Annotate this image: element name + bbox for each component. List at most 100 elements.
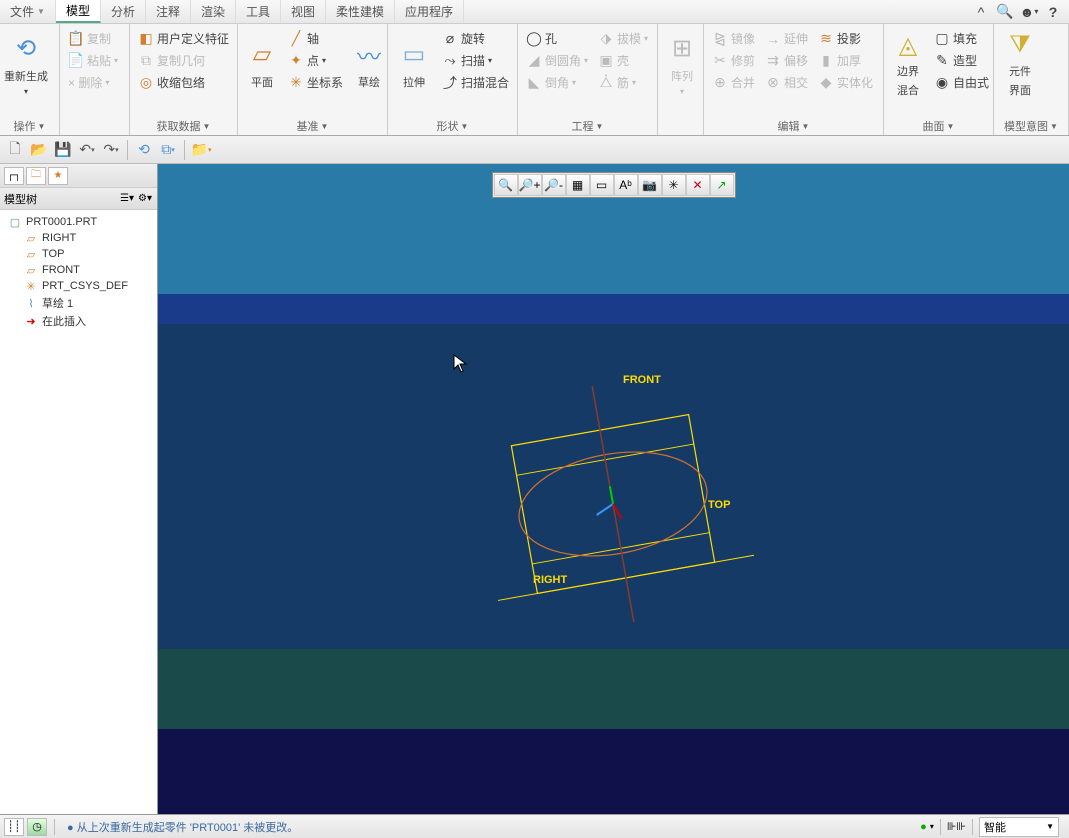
- regenerate-button[interactable]: ⟲ 重新生成▾: [4, 28, 48, 100]
- regenerate-qat-button[interactable]: ⟲: [133, 139, 155, 161]
- help-icon[interactable]: ?: [1045, 4, 1061, 20]
- undo-button[interactable]: ↶▾: [76, 139, 98, 161]
- tree-settings-button[interactable]: ⚙▾: [137, 191, 153, 207]
- search-icon[interactable]: 🔍: [997, 4, 1013, 20]
- tree-item-insert-here[interactable]: ➜在此插入: [2, 312, 155, 330]
- sweep-button[interactable]: ⤳扫描▾: [438, 50, 513, 71]
- component-icon: ⧩: [1004, 30, 1036, 60]
- edge-chamfer-button[interactable]: ◣倒角▾: [522, 72, 592, 93]
- draft-button[interactable]: ⬗拔模▾: [594, 28, 652, 49]
- user-icon[interactable]: ☻▾: [1021, 4, 1037, 20]
- offset-button[interactable]: ⇉偏移: [761, 50, 812, 71]
- menu-annotate[interactable]: 注释: [146, 0, 191, 23]
- annotation-display-button[interactable]: Aᵇ: [614, 174, 638, 196]
- datum-display-button[interactable]: ✳: [662, 174, 686, 196]
- delete-button[interactable]: × 删除▾: [64, 72, 122, 93]
- datum-plane-icon: ▱: [24, 247, 38, 261]
- merge-button[interactable]: ⊕合并: [708, 72, 759, 93]
- copy-geom-button[interactable]: ⧉复制几何: [134, 50, 233, 71]
- open-file-button[interactable]: 📂: [28, 139, 50, 161]
- plane-button[interactable]: ▱平面: [242, 28, 282, 100]
- status-traffic-light[interactable]: ●▾: [920, 821, 934, 833]
- project-icon: ≋: [818, 31, 834, 47]
- redo-button[interactable]: ↷▾: [100, 139, 122, 161]
- windows-button[interactable]: ⧉▾: [157, 139, 179, 161]
- axis-display-button[interactable]: ✕: [686, 174, 710, 196]
- selection-filter[interactable]: 智能▼: [979, 817, 1059, 837]
- tree-root-part[interactable]: ▢PRT0001.PRT: [2, 214, 155, 230]
- intersect-button[interactable]: ⊗相交: [761, 72, 812, 93]
- tree-item-front[interactable]: ▱FRONT: [2, 262, 155, 278]
- pattern-button[interactable]: ⊞阵列▾: [662, 28, 702, 100]
- menu-tools[interactable]: 工具: [236, 0, 281, 23]
- ribbon: ⟲ 重新生成▾ 操作▼ 📋复制 📄粘贴▾ × 删除▾ ◧用户定义特征 ⧉复制几何…: [0, 24, 1069, 136]
- sketch-icon: 〰: [353, 39, 385, 71]
- display-style-button[interactable]: ▭: [590, 174, 614, 196]
- collapse-ribbon-icon[interactable]: ^: [973, 4, 989, 20]
- tree-item-csys[interactable]: ✳PRT_CSYS_DEF: [2, 278, 155, 294]
- solidify-button[interactable]: ◆实体化: [814, 72, 877, 93]
- component-interface-button[interactable]: ⧩元件界面: [998, 28, 1042, 100]
- tree-item-sketch1[interactable]: ⌇草绘 1: [2, 294, 155, 312]
- udf-icon: ◧: [138, 31, 154, 47]
- menu-view[interactable]: 视图: [281, 0, 326, 23]
- part-icon: ▢: [8, 215, 22, 229]
- save-button[interactable]: 💾: [52, 139, 74, 161]
- tree-filter-button[interactable]: ☰▾: [119, 191, 135, 207]
- project-button[interactable]: ≋投影: [814, 28, 877, 49]
- extend-button[interactable]: →延伸: [761, 28, 812, 49]
- menu-analysis[interactable]: 分析: [101, 0, 146, 23]
- thicken-button[interactable]: ▮加厚: [814, 50, 877, 71]
- plane-label-top: TOP: [708, 499, 730, 511]
- tree-item-right[interactable]: ▱RIGHT: [2, 230, 155, 246]
- status-btn-1[interactable]: ┊┊: [4, 818, 24, 836]
- refit-button[interactable]: 🔍: [494, 174, 518, 196]
- close-window-button[interactable]: 📁▾: [190, 139, 212, 161]
- sidebar-tab-tree[interactable]: ┌┐: [4, 167, 24, 185]
- style-button[interactable]: ✎造型: [930, 50, 993, 71]
- shrinkwrap-button[interactable]: ◎收缩包络: [134, 72, 233, 93]
- extrude-button[interactable]: ▭拉伸: [392, 28, 436, 100]
- chamfer-button[interactable]: ◢倒圆角▾: [522, 50, 592, 71]
- udf-button[interactable]: ◧用户定义特征: [134, 28, 233, 49]
- sketch-button[interactable]: 〰草绘: [349, 28, 389, 100]
- new-file-button[interactable]: 🗋: [4, 139, 26, 161]
- menu-file[interactable]: 文件▼: [0, 0, 56, 23]
- csys-button[interactable]: ✳坐标系: [284, 72, 347, 93]
- axis-button[interactable]: ╱轴: [284, 28, 347, 49]
- swept-blend-button[interactable]: ⤴扫描混合: [438, 72, 513, 93]
- graphics-viewport[interactable]: 🔍 🔎+ 🔎- ▦ ▭ Aᵇ 📷 ✳ ✕ ↗: [158, 164, 1069, 814]
- point-button[interactable]: ✦点▾: [284, 50, 347, 71]
- rib-button[interactable]: ⧊筋▾: [594, 72, 652, 93]
- fill-button[interactable]: ▢填充: [930, 28, 993, 49]
- menu-render[interactable]: 渲染: [191, 0, 236, 23]
- hole-button[interactable]: ◯孔: [522, 28, 592, 49]
- chamfer-icon: ◢: [526, 53, 542, 69]
- boundary-blend-button[interactable]: ◬边界混合: [888, 28, 928, 100]
- mirror-button[interactable]: ⧎镜像: [708, 28, 759, 49]
- paste-button[interactable]: 📄粘贴▾: [64, 50, 122, 71]
- menu-flex[interactable]: 柔性建模: [326, 0, 395, 23]
- status-btn-2[interactable]: ◷: [27, 818, 47, 836]
- model-tree-header: 模型树 ☰▾ ⚙▾: [0, 188, 157, 210]
- shell-button[interactable]: ▣壳: [594, 50, 652, 71]
- trim-button[interactable]: ✂修剪: [708, 50, 759, 71]
- csys-icon: ✳: [288, 75, 304, 91]
- copy-button[interactable]: 📋复制: [64, 28, 122, 49]
- main-area: ┌┐ 🗀 ★ 模型树 ☰▾ ⚙▾ ▢PRT0001.PRT ▱RIGHT ▱TO…: [0, 164, 1069, 814]
- status-dimension-button[interactable]: ⊪⊪: [947, 820, 966, 833]
- revolve-button[interactable]: ⌀旋转: [438, 28, 513, 49]
- csys-display-button[interactable]: ↗: [710, 174, 734, 196]
- saved-views-button[interactable]: 📷: [638, 174, 662, 196]
- menu-app[interactable]: 应用程序: [395, 0, 464, 23]
- zoom-out-button[interactable]: 🔎-: [542, 174, 566, 196]
- menu-model[interactable]: 模型: [56, 0, 101, 23]
- sidebar-tab-folder[interactable]: 🗀: [26, 167, 46, 185]
- freestyle-button[interactable]: ◉自由式: [930, 72, 993, 93]
- tree-item-top[interactable]: ▱TOP: [2, 246, 155, 262]
- sidebar-tab-fav[interactable]: ★: [48, 167, 68, 185]
- axis-icon: ╱: [288, 31, 304, 47]
- zoom-in-button[interactable]: 🔎+: [518, 174, 542, 196]
- repaint-button[interactable]: ▦: [566, 174, 590, 196]
- draft-icon: ⬗: [598, 31, 614, 47]
